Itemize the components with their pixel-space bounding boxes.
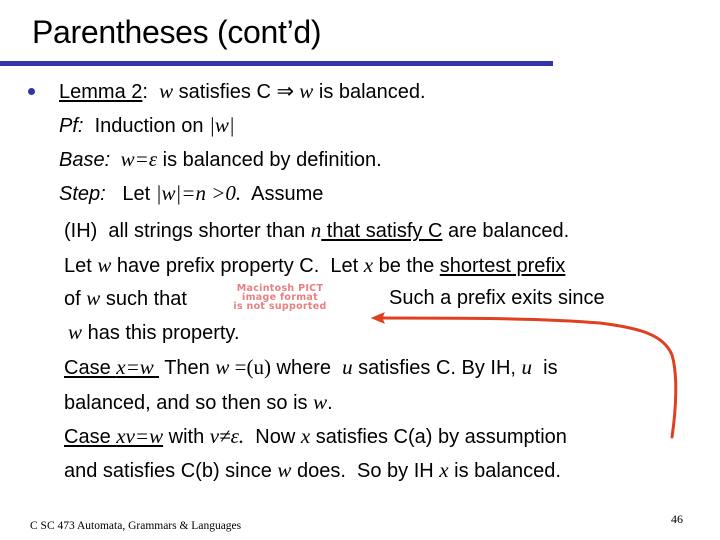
lemma-label: Lemma 2 bbox=[59, 81, 143, 103]
text: satisfies C(a) by assumption bbox=[310, 426, 567, 448]
math-x: x bbox=[300, 424, 311, 448]
case1-line: Case x=w Then w =(u) where u satisfies C… bbox=[64, 355, 558, 380]
slide-title: Parentheses (cont’d) bbox=[32, 14, 322, 50]
text: . bbox=[327, 392, 333, 414]
text: has this property. bbox=[82, 322, 240, 344]
text: where bbox=[270, 357, 343, 379]
let-line: Let w have prefix property C. Let x be t… bbox=[64, 253, 565, 278]
lemma-line: Lemma 2: w satisfies C ⇒ w is balanced. bbox=[59, 79, 426, 104]
text: with bbox=[163, 426, 210, 448]
arrowhead-icon bbox=[370, 312, 385, 324]
proof-line: Pf: Induction on |w| bbox=[59, 113, 235, 138]
text: have prefix property C. Let bbox=[111, 255, 364, 277]
math-step: |w|=n >0. bbox=[155, 181, 242, 205]
colon: : bbox=[142, 81, 148, 103]
case2b-line: and satisfies C(b) since w does. So by I… bbox=[64, 458, 561, 483]
text: Such a prefix exits since bbox=[389, 287, 605, 309]
text: (IH) all strings shorter than bbox=[64, 220, 311, 242]
text: Now bbox=[244, 426, 301, 448]
text: Let bbox=[64, 255, 98, 277]
title-divider bbox=[0, 61, 553, 66]
text: of bbox=[64, 288, 87, 310]
text: is balanced by definition. bbox=[157, 149, 382, 171]
math-case: x=w bbox=[116, 355, 159, 379]
math-v-neq-eps: v≠ε. bbox=[209, 424, 245, 448]
underlined-text: shortest prefix bbox=[439, 255, 566, 277]
text: does. So by IH bbox=[291, 460, 440, 482]
math-w: w bbox=[68, 320, 83, 344]
math-w: w bbox=[86, 286, 101, 310]
case1-label: Case x=w bbox=[64, 355, 159, 379]
text: satisfies C bbox=[173, 81, 277, 103]
math-eq: =(u) bbox=[229, 355, 271, 379]
implies-symbol: ⇒ bbox=[276, 79, 295, 103]
math-w: w bbox=[97, 253, 112, 277]
of-line: of w such that bbox=[64, 286, 187, 311]
math-w: w bbox=[294, 79, 314, 103]
bullet-icon bbox=[28, 88, 35, 95]
ih-line: (IH) all strings shorter than n that sat… bbox=[64, 218, 569, 243]
text: such that bbox=[100, 288, 187, 310]
text: Assume bbox=[241, 183, 324, 205]
of-line-continuation: Such a prefix exits since bbox=[389, 286, 605, 310]
text: are balanced. bbox=[442, 220, 570, 242]
case1b-line: balanced, and so then so is w. bbox=[64, 390, 333, 415]
pf-label: Pf: bbox=[59, 115, 84, 137]
math-w: w bbox=[215, 355, 230, 379]
base-label: Base: bbox=[59, 149, 111, 171]
text: Case bbox=[64, 426, 117, 448]
math-case: xv=w bbox=[116, 424, 164, 448]
math-x: x bbox=[363, 253, 374, 277]
has-line: w has this property. bbox=[68, 320, 240, 345]
text: and satisfies C(b) since bbox=[64, 460, 278, 482]
text: balanced, and so then so is bbox=[64, 392, 314, 414]
case2-line: Case xv=w with v≠ε. Now x satisfies C(a)… bbox=[64, 424, 567, 449]
page-number: 46 bbox=[671, 512, 683, 526]
text: is balanced. bbox=[313, 81, 426, 103]
math-x: x bbox=[439, 458, 449, 482]
text: Case bbox=[64, 357, 117, 379]
case2-label: Case xv=w bbox=[64, 424, 164, 448]
text: be the bbox=[373, 255, 440, 277]
math-w: w bbox=[277, 458, 292, 482]
underlined-text: that satisfy C bbox=[321, 220, 443, 242]
text: Let bbox=[105, 183, 156, 205]
text: Induction on bbox=[83, 115, 210, 137]
math-u: u bbox=[342, 355, 353, 379]
math-n: n bbox=[310, 218, 322, 242]
math-u: u bbox=[521, 355, 533, 379]
placeholder-line: is not supported bbox=[233, 301, 327, 312]
text: satisfies C. By IH, bbox=[352, 357, 522, 379]
math-w: w bbox=[159, 79, 174, 103]
math-w: w bbox=[313, 390, 328, 414]
math-abs-w: |w| bbox=[209, 113, 235, 137]
base-line: Base: w=ε is balanced by definition. bbox=[59, 147, 382, 172]
text: Then bbox=[159, 357, 216, 379]
step-line: Step: Let |w|=n >0. Assume bbox=[59, 181, 323, 206]
unsupported-image-placeholder: Macintosh PICT image format is not suppo… bbox=[224, 284, 336, 312]
text: is bbox=[532, 357, 558, 379]
math-base: w=ε bbox=[110, 147, 158, 171]
step-label: Step: bbox=[59, 183, 106, 205]
footer-course: C SC 473 Automata, Grammars & Languages bbox=[30, 520, 242, 532]
text: is balanced. bbox=[448, 460, 561, 482]
